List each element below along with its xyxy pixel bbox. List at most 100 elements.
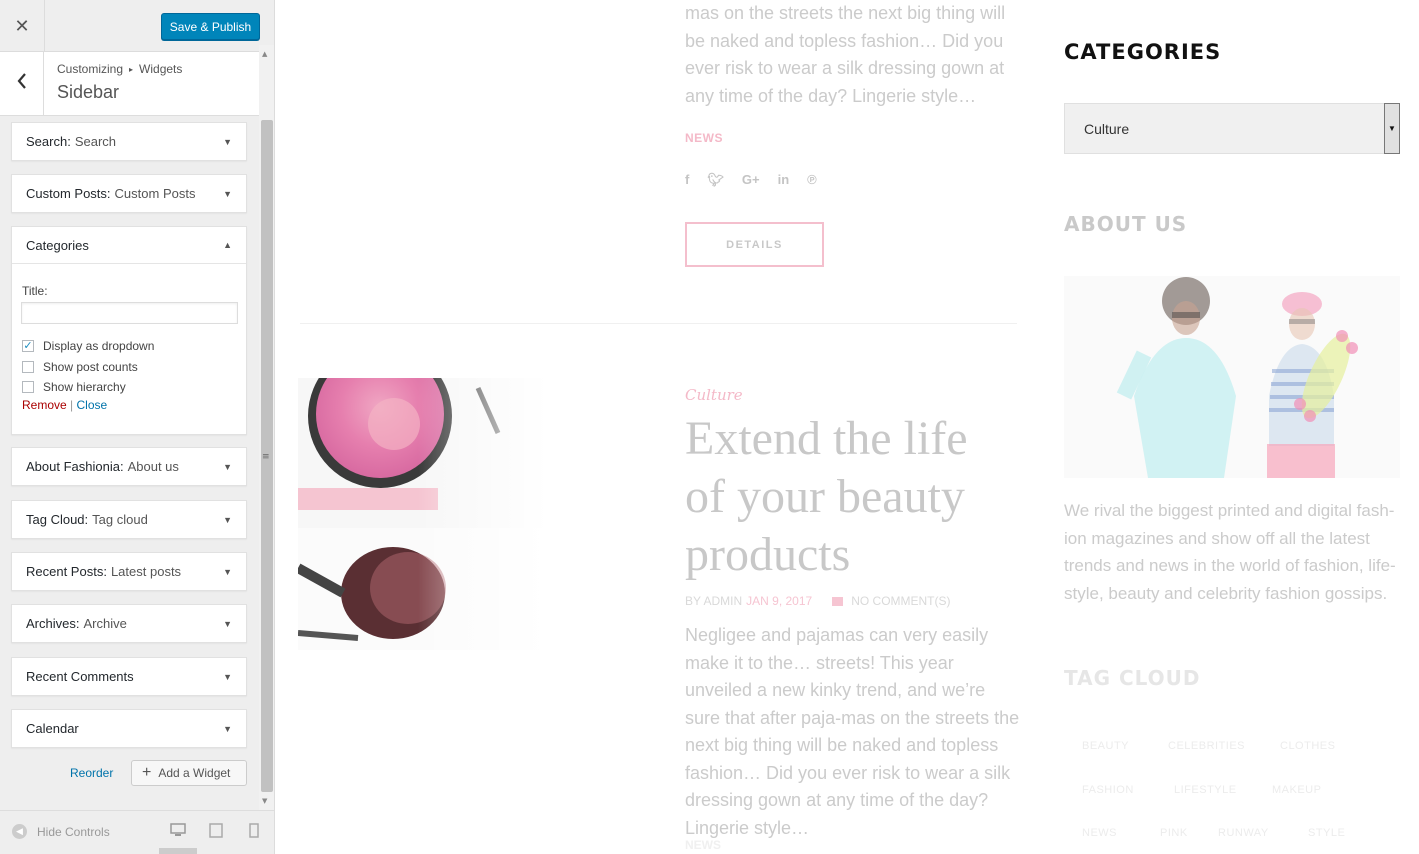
- linkedin-icon[interactable]: in: [778, 172, 790, 188]
- close-icon: ✕: [14, 15, 30, 37]
- tablet-preview-icon[interactable]: [209, 823, 223, 842]
- tag-link[interactable]: CLOTHES: [1280, 740, 1335, 752]
- tag-link[interactable]: RUNWAY: [1218, 827, 1269, 839]
- desktop-preview-icon[interactable]: [170, 823, 186, 841]
- hide-controls-label: Hide Controls: [37, 824, 110, 839]
- add-widget-label: Add a Widget: [158, 766, 231, 780]
- expand-toggle-icon[interactable]: ▼: [223, 567, 232, 577]
- google-plus-icon[interactable]: G+: [742, 172, 760, 188]
- widget-header[interactable]: Categories ▲: [12, 227, 246, 264]
- twitter-icon[interactable]: 🐦︎: [707, 172, 724, 188]
- widget-tag-cloud[interactable]: Tag Cloud: Tag cloud ▼: [11, 500, 247, 539]
- about-image: [1064, 276, 1400, 478]
- resize-handle[interactable]: [159, 848, 197, 854]
- post-category-link[interactable]: NEWS: [685, 131, 723, 145]
- post-divider: [300, 323, 1017, 324]
- scroll-up-icon[interactable]: ▲: [262, 50, 267, 58]
- widget-name: Recent Comments: [26, 669, 134, 684]
- widget-custom-posts[interactable]: Custom Posts: Custom Posts ▼: [11, 174, 247, 213]
- post-excerpt: mas on the streets the next big thing wi…: [685, 3, 1006, 106]
- tag-link[interactable]: STYLE: [1308, 827, 1345, 839]
- widget-name: Custom Posts: [26, 186, 107, 201]
- comment-icon: [832, 596, 844, 606]
- option-label: Show hierarchy: [43, 380, 126, 394]
- option-label: Show post counts: [43, 360, 138, 374]
- title-label: Title:: [22, 284, 48, 298]
- add-widget-button[interactable]: + Add a Widget: [131, 760, 247, 786]
- close-customizer-button[interactable]: ✕: [0, 0, 45, 52]
- back-button[interactable]: [0, 52, 44, 115]
- tag-link[interactable]: CELEBRITIES: [1168, 740, 1245, 752]
- hide-controls-button[interactable]: ◀ Hide Controls: [12, 824, 110, 839]
- option-show-hierarchy[interactable]: Show hierarchy: [22, 380, 126, 394]
- collapse-icon: ◀: [12, 824, 27, 839]
- post-comments[interactable]: NO COMMENT(S): [851, 594, 950, 608]
- save-publish-button[interactable]: Save & Publish: [161, 13, 260, 40]
- customizer-footer: ◀ Hide Controls: [0, 810, 274, 854]
- tag-link[interactable]: FASHION: [1082, 784, 1134, 796]
- pinterest-icon[interactable]: ℗: [807, 172, 817, 188]
- widget-name: Search: [26, 134, 68, 149]
- widget-title: About us: [127, 459, 179, 474]
- breadcrumb-separator-icon: ▸: [129, 65, 134, 74]
- widget-recent-posts[interactable]: Recent Posts: Latest posts ▼: [11, 552, 247, 591]
- tag-link[interactable]: MAKEUP: [1272, 784, 1321, 796]
- widget-search[interactable]: Search: Search ▼: [11, 122, 247, 161]
- facebook-icon[interactable]: f: [685, 172, 689, 188]
- widget-title: Custom Posts: [114, 186, 196, 201]
- checkbox-checked[interactable]: ✓: [22, 340, 34, 352]
- expand-toggle-icon[interactable]: ▼: [223, 619, 232, 629]
- checkbox[interactable]: [22, 381, 34, 393]
- collapse-toggle-icon[interactable]: ▲: [223, 240, 232, 250]
- title-input[interactable]: [21, 302, 238, 324]
- widget-name: Tag Cloud: [26, 512, 85, 527]
- option-display-dropdown[interactable]: ✓ Display as dropdown: [22, 339, 154, 353]
- post-excerpt: Negligee and pajamas can very easily mak…: [685, 625, 1020, 838]
- widget-title: Archive: [83, 616, 127, 631]
- checkbox[interactable]: [22, 361, 34, 373]
- tag-link[interactable]: BEAUTY: [1082, 740, 1129, 752]
- widget-about-fashionia[interactable]: About Fashionia: About us ▼: [11, 447, 247, 486]
- mobile-preview-icon[interactable]: [249, 823, 259, 842]
- remove-link[interactable]: Remove: [22, 398, 67, 412]
- expand-toggle-icon[interactable]: ▼: [223, 515, 232, 525]
- widget-name: Calendar: [26, 721, 79, 736]
- post-category-link[interactable]: NEWS: [685, 838, 721, 852]
- site-preview: mas on the streets the next big thing wi…: [275, 0, 1419, 854]
- expand-toggle-icon[interactable]: ▼: [223, 672, 232, 682]
- scroll-down-icon[interactable]: ▼: [262, 797, 267, 805]
- widget-recent-comments[interactable]: Recent Comments ▼: [11, 657, 247, 696]
- tag-link[interactable]: LIFESTYLE: [1174, 784, 1237, 796]
- details-button[interactable]: DETAILS: [685, 222, 824, 267]
- tag-link[interactable]: NEWS: [1082, 827, 1117, 839]
- widget-calendar[interactable]: Calendar ▼: [11, 709, 247, 748]
- expand-toggle-icon[interactable]: ▼: [223, 137, 232, 147]
- app-window: ✕ Save & Publish Customizing ▸ Widgets Sid…: [0, 0, 1419, 854]
- option-show-post-counts[interactable]: Show post counts: [22, 360, 138, 374]
- widget-title: Search: [74, 134, 117, 149]
- social-share: f 🐦︎ G+ in ℗: [685, 172, 817, 188]
- widget-categories: Categories ▲ Title: ✓ Display as dropdown…: [11, 226, 247, 435]
- close-link[interactable]: Close: [77, 398, 108, 412]
- post-title[interactable]: Extend the life of your beauty products: [685, 410, 1015, 584]
- expand-toggle-icon[interactable]: ▼: [223, 724, 232, 734]
- expand-toggle-icon[interactable]: ▼: [223, 189, 232, 199]
- section-title-bar: Customizing ▸ Widgets Sidebar: [0, 52, 260, 116]
- expand-toggle-icon[interactable]: ▼: [223, 462, 232, 472]
- post-category-link[interactable]: Culture: [685, 386, 743, 404]
- categories-heading: CATEGORIES: [1064, 40, 1222, 64]
- customizer-panel: ✕ Save & Publish Customizing ▸ Widgets Sid…: [0, 0, 275, 854]
- tag-cloud-heading: TAG CLOUD: [1064, 666, 1201, 690]
- reorder-link[interactable]: Reorder: [70, 766, 113, 780]
- breadcrumb: Customizing ▸ Widgets: [57, 62, 182, 76]
- scroll-grip-icon: ≡: [262, 452, 270, 462]
- widget-archives[interactable]: Archives: Archive ▼: [11, 604, 247, 643]
- post-thumbnail-image[interactable]: [295, 344, 548, 650]
- tag-link[interactable]: PINK: [1160, 827, 1188, 839]
- categories-dropdown[interactable]: Culture ▼: [1064, 103, 1400, 154]
- widget-title: Latest posts: [110, 564, 182, 579]
- widget-name: Categories: [26, 237, 89, 253]
- dropdown-arrow-icon[interactable]: ▼: [1384, 103, 1400, 154]
- option-label: Display as dropdown: [43, 339, 155, 353]
- action-separator: |: [70, 398, 74, 412]
